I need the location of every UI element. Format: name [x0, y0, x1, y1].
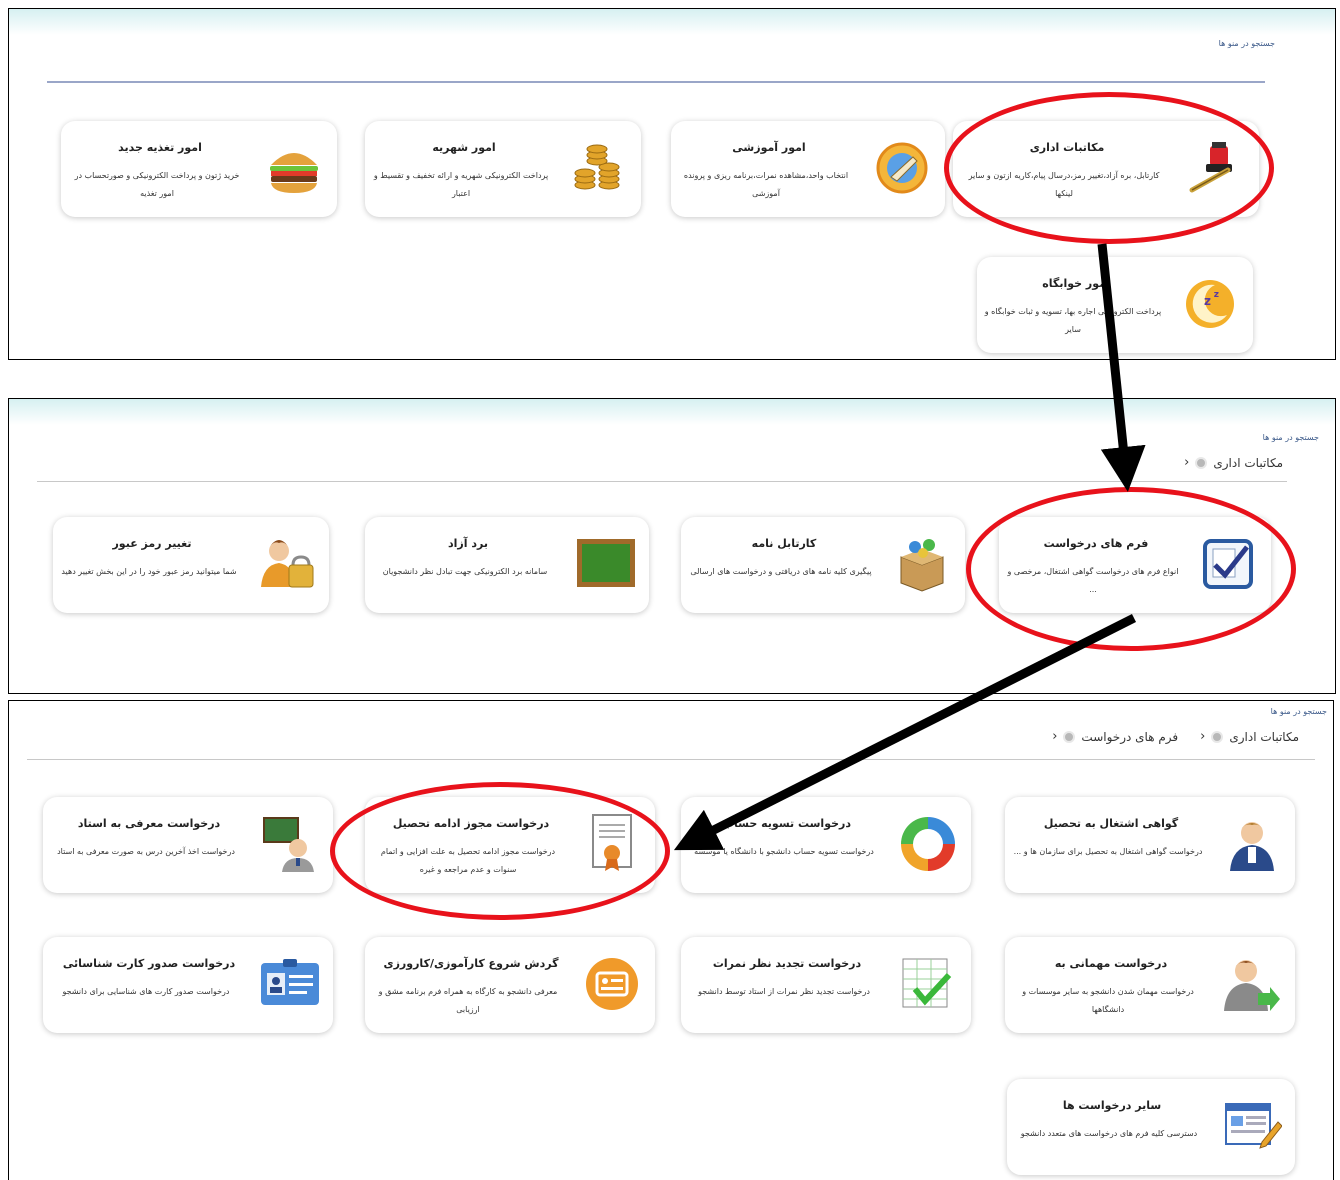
card-nutrition-affairs[interactable]: امور تغذیه جدید خرید ژتون و پرداخت الکتر…: [61, 121, 337, 217]
box-icon: [887, 529, 957, 599]
card-education-affairs[interactable]: امور آموزشی انتخاب واحد،مشاهده نمرات،برن…: [671, 121, 945, 217]
student-user-icon: [1217, 809, 1287, 879]
card-title: کارتابل نامه: [751, 537, 817, 550]
internship-icon: [577, 949, 647, 1019]
card-title: امور خوابگاه: [1042, 277, 1110, 290]
grade-check-icon: [893, 949, 963, 1019]
gear-icon: [1195, 456, 1208, 469]
card-title: امور شهریه: [432, 141, 496, 154]
card-letter-cartable[interactable]: کارتابل نامه پیگیری کلیه نامه های دریافت…: [681, 517, 965, 613]
card-free-board[interactable]: برد آزاد سامانه برد الکترونیکی جهت تبادل…: [365, 517, 649, 613]
card-title: تغییر رمز عبور: [112, 537, 192, 550]
panel-request-forms: جستجو در منو ها مکاتبات اداری ‹ فرم های …: [8, 700, 1334, 1180]
card-change-password[interactable]: تغییر رمز عبور شما میتوانید رمز عبور خود…: [53, 517, 329, 613]
card-description: پرداخت الکترونیکی شهریه و ارائه تخفیف و …: [373, 171, 549, 198]
divider: [27, 759, 1315, 760]
search-menus-link[interactable]: جستجو در منو ها: [1263, 433, 1319, 442]
card-description: معرفی دانشجو به کارگاه به همراه فرم برنا…: [378, 987, 558, 1014]
card-title: برد آزاد: [448, 537, 488, 550]
card-id-card-request[interactable]: درخواست صدور کارت شناسائی درخواست صدور ک…: [43, 937, 333, 1033]
card-description: درخواست گواهی اشتغال به تحصیل برای سازما…: [1013, 847, 1203, 856]
card-description: پیگیری کلیه نامه های دریافتی و درخواست ه…: [690, 567, 872, 576]
card-enrollment-certificate[interactable]: گواهی اشتغال به تحصیل درخواست گواهی اشتغ…: [1005, 797, 1295, 893]
gear-icon: [1063, 730, 1076, 743]
card-description: درخواست تجدید نظر نمرات از استاد توسط دا…: [698, 987, 870, 996]
card-title: درخواست مجوز ادامه تحصیل: [392, 817, 550, 830]
breadcrumb: مکاتبات اداری ‹ فرم های درخواست ‹: [1052, 729, 1299, 744]
card-guest-student-request[interactable]: درخواست مهمانی به درخواست مهمان شدن دانش…: [1005, 937, 1295, 1033]
card-request-forms[interactable]: فرم های درخواست انواع فرم های درخواست گو…: [999, 517, 1271, 613]
card-administrative-correspondence[interactable]: مکاتبات اداری کارتابل، بره آزاد،تغییر رم…: [953, 121, 1259, 217]
chalkboard-icon: [571, 529, 641, 599]
chevron-left-icon[interactable]: ‹: [1052, 729, 1057, 744]
card-internship-start[interactable]: گردش شروع کارآموزی/کارورزی معرفی دانشجو …: [365, 937, 655, 1033]
user-lock-icon: [251, 529, 321, 599]
card-title: درخواست تسویه حساب: [722, 817, 852, 830]
header-gradient: [9, 399, 1335, 425]
card-description: شما میتوانید رمز عبور خود را در این بخش …: [61, 567, 237, 576]
card-continue-study-permit[interactable]: درخواست مجوز ادامه تحصیل درخواست مجوز اد…: [365, 797, 655, 893]
header-gradient: [9, 9, 1335, 35]
search-menus-link[interactable]: جستجو در منو ها: [1219, 39, 1275, 48]
divider: [37, 481, 1287, 482]
form-check-icon: [1193, 529, 1263, 599]
card-title: فرم های درخواست: [1043, 537, 1149, 550]
breadcrumb-item[interactable]: فرم های درخواست: [1081, 730, 1178, 744]
card-title: مکاتبات اداری: [1029, 141, 1105, 154]
chevron-left-icon[interactable]: ‹: [1200, 729, 1205, 744]
card-description: کارتابل، بره آزاد،تغییر رمز،درسال پیام،ک…: [968, 171, 1160, 198]
card-title: امور تغذیه جدید: [118, 141, 202, 154]
burger-icon: [259, 133, 329, 203]
card-description: درخواست صدور کارت های شناسایی برای دانشج…: [62, 987, 230, 996]
search-menus-link[interactable]: جستجو در منو ها: [1271, 707, 1327, 716]
breadcrumb-item[interactable]: مکاتبات اداری: [1229, 730, 1299, 744]
card-title: درخواست صدور کارت شناسائی: [62, 957, 236, 970]
teacher-board-icon: [255, 809, 325, 879]
id-card-icon: [255, 949, 325, 1019]
panel-administrative-correspondence: جستجو در منو ها مکاتبات اداری ‹ فرم های …: [8, 398, 1336, 694]
card-title: درخواست معرفی به استاد: [77, 817, 221, 830]
card-description: درخواست مجوز ادامه تحصیل به علت افزایی و…: [380, 847, 556, 874]
refresh-arrows-icon: [893, 809, 963, 879]
svg-text:z: z: [1214, 290, 1219, 300]
coins-stack-icon: [563, 133, 633, 203]
gear-icon: [1211, 730, 1224, 743]
card-title: درخواست تجدید نظر نمرات: [712, 957, 862, 970]
panel-main-menu: جستجو در منو ها مکاتبات اداری کارتابل، ب…: [8, 8, 1336, 360]
card-description: دسترسی کلیه فرم های درخواست های متعدد دا…: [1020, 1129, 1198, 1138]
education-globe-icon: [867, 133, 937, 203]
divider: [47, 81, 1265, 83]
card-description: پرداخت الکترونیکی اجاره بها، تسویه و ثبا…: [984, 307, 1162, 334]
card-title: امور آموزشی: [732, 141, 806, 154]
card-title: گردش شروع کارآموزی/کارورزی: [383, 957, 559, 970]
user-arrow-icon: [1217, 949, 1287, 1019]
svg-text:z: z: [1204, 294, 1211, 308]
moon-sleep-icon: zz: [1175, 269, 1245, 339]
card-dormitory-affairs[interactable]: zz امور خوابگاه پرداخت الکترونیکی اجاره …: [977, 257, 1253, 353]
card-settlement-request[interactable]: درخواست تسویه حساب درخواست تسویه حساب دا…: [681, 797, 971, 893]
chevron-left-icon[interactable]: ‹: [1184, 455, 1189, 470]
card-grade-review-request[interactable]: درخواست تجدید نظر نمرات درخواست تجدید نظ…: [681, 937, 971, 1033]
card-description: انتخاب واحد،مشاهده نمرات،برنامه ریزی و پ…: [683, 171, 849, 198]
card-description: سامانه برد الکترونیکی جهت تبادل نظر دانش…: [382, 567, 548, 576]
card-title: سایر درخواست ها: [1062, 1099, 1162, 1112]
certificate-icon: [577, 809, 647, 879]
breadcrumb-item[interactable]: مکاتبات اداری: [1213, 456, 1283, 470]
card-title: گواهی اشتغال به تحصیل: [1043, 817, 1179, 830]
card-professor-referral[interactable]: درخواست معرفی به استاد درخواست اخذ آخرین…: [43, 797, 333, 893]
card-description: خرید ژتون و پرداخت الکترونیکی و صورتحساب…: [74, 171, 240, 198]
card-other-requests[interactable]: سایر درخواست ها دسترسی کلیه فرم های درخو…: [1007, 1079, 1295, 1175]
document-edit-icon: [1217, 1091, 1287, 1161]
card-description: درخواست اخذ آخرین درس به صورت معرفی به ا…: [57, 847, 235, 856]
pen-inkwell-icon: [1181, 133, 1251, 203]
card-description: درخواست تسویه حساب دانشجو با دانشگاه یا …: [694, 847, 874, 856]
card-tuition-affairs[interactable]: امور شهریه پرداخت الکترونیکی شهریه و ارا…: [365, 121, 641, 217]
card-description: انواع فرم های درخواست گواهی اشتغال، مرخص…: [1007, 567, 1179, 594]
card-description: درخواست مهمان شدن دانشجو به سایر موسسات …: [1022, 987, 1194, 1014]
card-title: درخواست مهمانی به: [1054, 957, 1168, 970]
breadcrumb: مکاتبات اداری ‹: [1184, 455, 1283, 470]
